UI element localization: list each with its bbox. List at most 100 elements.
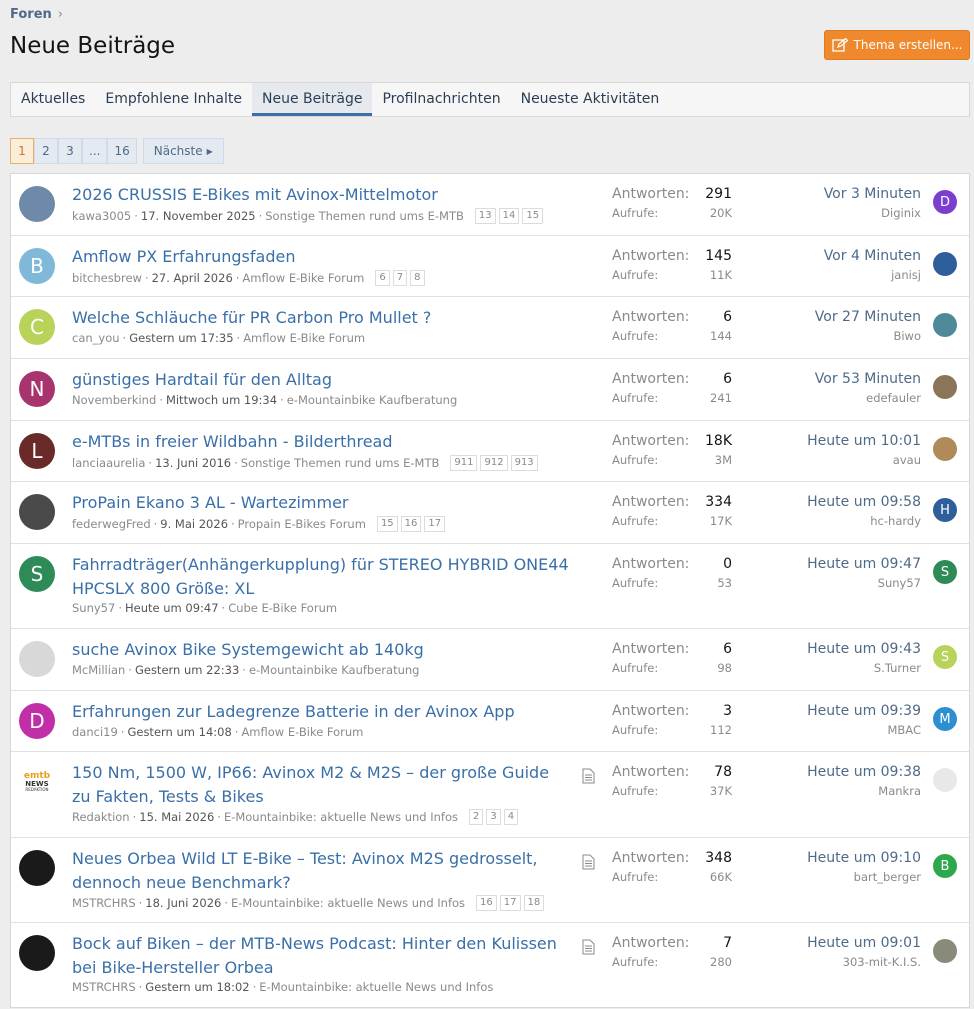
thread-start-date[interactable]: 18. Juni 2026: [145, 896, 221, 910]
tab-neueste-aktivitaeten[interactable]: Neueste Aktivitäten: [511, 83, 670, 116]
thread-author-link[interactable]: federwegFred: [72, 517, 151, 531]
page-button-16[interactable]: 16: [107, 138, 137, 164]
thread-page-link[interactable]: 4: [503, 809, 519, 825]
thread-title-link[interactable]: Neues Orbea Wild LT E-Bike – Test: Avino…: [72, 847, 572, 895]
thread-forum-link[interactable]: e-Mountainbike Kaufberatung: [287, 393, 458, 407]
tab-aktuelles[interactable]: Aktuelles: [11, 83, 95, 116]
next-page-button[interactable]: Nächste ▶: [142, 138, 224, 164]
thread-page-link[interactable]: 15: [376, 516, 398, 532]
author-avatar[interactable]: C: [19, 309, 55, 345]
thread-forum-link[interactable]: Amflow E-Bike Forum: [241, 725, 363, 739]
thread-page-link[interactable]: 7: [392, 270, 408, 286]
last-poster-avatar[interactable]: H: [933, 498, 957, 522]
thread-page-link[interactable]: 15: [522, 208, 544, 224]
last-post-time-link[interactable]: Vor 53 Minuten: [815, 371, 921, 387]
last-poster-avatar[interactable]: B: [933, 854, 957, 878]
thread-forum-link[interactable]: Amflow E-Bike Forum: [242, 271, 364, 285]
tab-profilnachrichten[interactable]: Profilnachrichten: [372, 83, 510, 116]
thread-forum-link[interactable]: e-Mountainbike Kaufberatung: [249, 663, 420, 677]
thread-author-link[interactable]: can_you: [72, 331, 120, 345]
last-post-time-link[interactable]: Heute um 09:38: [807, 764, 921, 780]
thread-page-link[interactable]: 3: [486, 809, 501, 825]
thread-author-link[interactable]: bitchesbrew: [72, 271, 142, 285]
author-avatar[interactable]: [19, 935, 55, 971]
author-avatar[interactable]: D: [19, 703, 55, 739]
last-post-time-link[interactable]: Heute um 09:43: [807, 641, 921, 657]
thread-title-link[interactable]: günstiges Hardtail für den Alltag: [72, 368, 572, 392]
last-post-user-link[interactable]: avau: [807, 453, 921, 467]
thread-start-date[interactable]: Gestern um 14:08: [127, 725, 231, 739]
thread-forum-link[interactable]: Propain E-Bikes Forum: [238, 517, 366, 531]
last-post-time-link[interactable]: Heute um 09:39: [807, 703, 921, 719]
author-avatar[interactable]: [19, 641, 55, 677]
last-poster-avatar[interactable]: [933, 437, 957, 461]
thread-author-link[interactable]: kawa3005: [72, 209, 131, 223]
page-button-3[interactable]: 3: [58, 138, 82, 164]
thread-start-date[interactable]: 17. November 2025: [141, 209, 256, 223]
thread-page-link[interactable]: 16: [400, 516, 422, 532]
thread-page-link[interactable]: 17: [424, 516, 446, 532]
last-poster-avatar[interactable]: [933, 313, 957, 337]
thread-author-link[interactable]: MSTRCHRS: [72, 980, 136, 994]
thread-title-link[interactable]: Welche Schläuche für PR Carbon Pro Mulle…: [72, 306, 572, 330]
tab-empfohlene-inhalte[interactable]: Empfohlene Inhalte: [95, 83, 252, 116]
last-post-user-link[interactable]: bart_berger: [807, 870, 921, 884]
last-post-time-link[interactable]: Vor 27 Minuten: [815, 309, 921, 325]
thread-page-link[interactable]: 912: [480, 455, 508, 471]
last-poster-avatar[interactable]: [933, 375, 957, 399]
thread-title-link[interactable]: suche Avinox Bike Systemgewicht ab 140kg: [72, 638, 572, 662]
page-button-2[interactable]: 2: [34, 138, 58, 164]
last-post-time-link[interactable]: Heute um 09:47: [807, 556, 921, 572]
last-post-user-link[interactable]: Suny57: [807, 576, 921, 590]
thread-title-link[interactable]: Amflow PX Erfahrungsfaden: [72, 245, 572, 269]
last-poster-avatar[interactable]: M: [933, 707, 957, 731]
thread-title-link[interactable]: 150 Nm, 1500 W, IP66: Avinox M2 & M2S – …: [72, 761, 572, 809]
thread-start-date[interactable]: Gestern um 22:33: [135, 663, 239, 677]
thread-forum-link[interactable]: Sonstige Themen rund ums E-MTB: [265, 209, 464, 223]
thread-page-link[interactable]: 16: [476, 895, 497, 911]
last-post-time-link[interactable]: Heute um 09:10: [807, 850, 921, 866]
last-poster-avatar[interactable]: S: [933, 645, 957, 669]
last-poster-avatar[interactable]: D: [933, 190, 957, 214]
last-post-time-link[interactable]: Heute um 09:58: [807, 494, 921, 510]
last-post-time-link[interactable]: Vor 4 Minuten: [824, 248, 921, 264]
thread-author-link[interactable]: Suny57: [72, 601, 115, 615]
thread-author-link[interactable]: Novemberkind: [72, 393, 156, 407]
thread-forum-link[interactable]: Amflow E-Bike Forum: [243, 331, 365, 345]
thread-author-link[interactable]: MSTRCHRS: [72, 896, 136, 910]
thread-page-link[interactable]: 13: [474, 208, 496, 224]
author-avatar[interactable]: [19, 850, 55, 886]
breadcrumb-link-foren[interactable]: Foren: [10, 7, 52, 22]
page-button-1[interactable]: 1: [10, 138, 34, 164]
last-post-user-link[interactable]: edefauler: [815, 391, 921, 405]
last-post-time-link[interactable]: Vor 3 Minuten: [824, 186, 921, 202]
thread-forum-link[interactable]: Sonstige Themen rund ums E-MTB: [241, 456, 440, 470]
author-avatar[interactable]: N: [19, 371, 55, 407]
thread-page-link[interactable]: 14: [498, 208, 520, 224]
thread-start-date[interactable]: 9. Mai 2026: [160, 517, 228, 531]
last-post-user-link[interactable]: Diginix: [824, 206, 921, 220]
thread-start-date[interactable]: Mittwoch um 19:34: [166, 393, 277, 407]
thread-page-link[interactable]: 2: [469, 809, 484, 825]
last-post-user-link[interactable]: 303-mit-K.I.S.: [807, 955, 921, 969]
last-post-time-link[interactable]: Heute um 09:01: [807, 935, 921, 951]
last-post-user-link[interactable]: hc-hardy: [807, 514, 921, 528]
thread-page-link[interactable]: 911: [450, 455, 478, 471]
thread-start-date[interactable]: 15. Mai 2026: [139, 810, 214, 824]
thread-forum-link[interactable]: E-Mountainbike: aktuelle News und Infos: [259, 980, 493, 994]
last-post-user-link[interactable]: Biwo: [815, 329, 921, 343]
thread-start-date[interactable]: 27. April 2026: [152, 271, 233, 285]
thread-author-link[interactable]: Redaktion: [72, 810, 130, 824]
last-poster-avatar[interactable]: [933, 768, 957, 792]
author-avatar[interactable]: [19, 494, 55, 530]
thread-title-link[interactable]: e-MTBs in freier Wildbahn - Bilderthread: [72, 430, 572, 454]
thread-title-link[interactable]: Erfahrungen zur Ladegrenze Batterie in d…: [72, 700, 572, 724]
thread-page-link[interactable]: 8: [410, 270, 425, 286]
thread-page-link[interactable]: 18: [523, 895, 545, 911]
thread-start-date[interactable]: 13. Juni 2016: [155, 456, 231, 470]
last-poster-avatar[interactable]: [933, 252, 957, 276]
last-post-user-link[interactable]: janisj: [824, 268, 921, 282]
author-avatar[interactable]: S: [19, 556, 55, 592]
last-post-user-link[interactable]: MBAC: [807, 723, 921, 737]
thread-forum-link[interactable]: E-Mountainbike: aktuelle News und Infos: [231, 896, 465, 910]
